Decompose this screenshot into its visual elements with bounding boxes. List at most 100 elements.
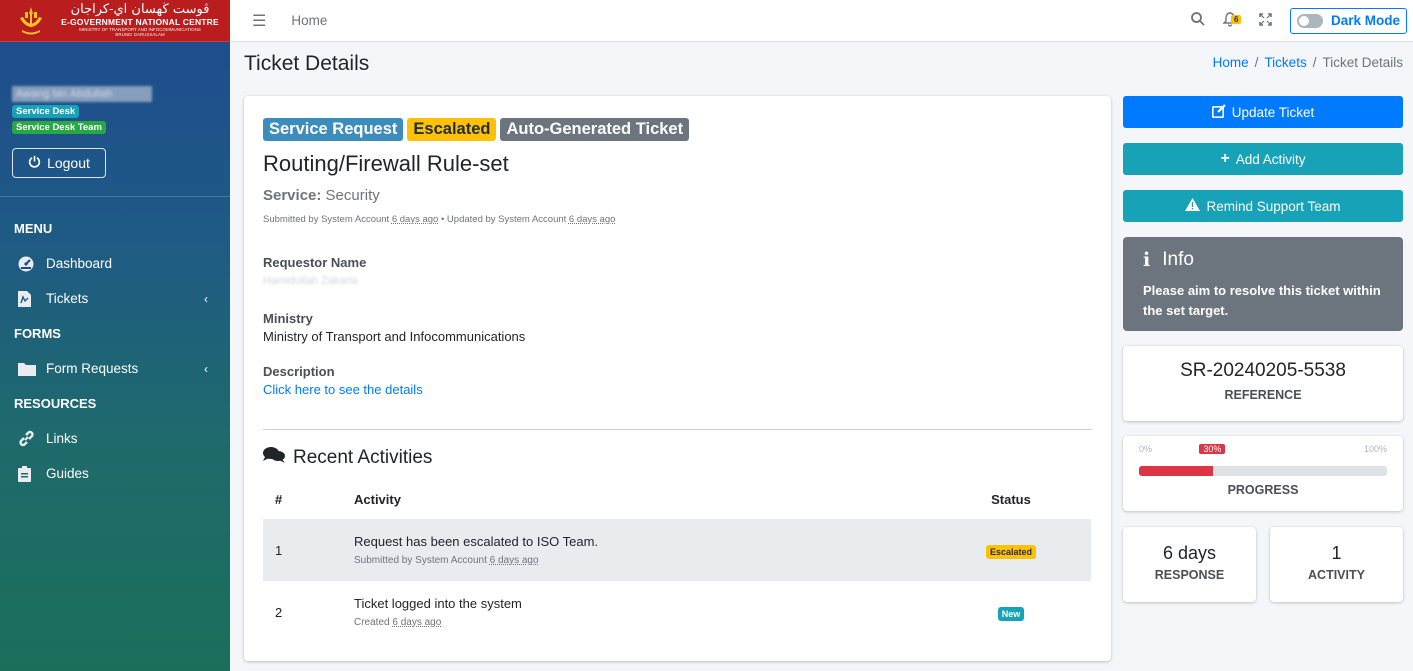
- brand-country: BRUNEI DARUSSALAM: [115, 32, 165, 38]
- row-number: 2: [275, 604, 283, 620]
- tag-service-request: Service Request: [263, 118, 404, 141]
- reference-value: SR-20240205-5538: [1180, 360, 1346, 381]
- info-text: Please aim to resolve this ticket within…: [1143, 283, 1381, 318]
- brand[interactable]: ڤوست ڬهسان اي-كراجان E-GOVERNMENT NATION…: [0, 0, 230, 42]
- add-activity-button[interactable]: + Add Activity: [1123, 143, 1403, 175]
- info-icon: i: [1143, 249, 1151, 271]
- topbar: ☰ Home 6 Dark Mode: [230, 0, 1413, 42]
- notification-count-badge: 6: [1230, 14, 1242, 24]
- reference-box: SR-20240205-5538 REFERENCE: [1123, 346, 1403, 421]
- info-callout: i Info Please aim to resolve this ticket…: [1123, 237, 1403, 331]
- activity-count-label: ACTIVITY: [1308, 568, 1365, 582]
- sidebar-item-form-requests[interactable]: Form Requests ‹: [0, 351, 230, 386]
- breadcrumb-home[interactable]: Home: [1213, 55, 1249, 70]
- sidebar-item-links[interactable]: Links: [0, 421, 230, 456]
- ticket-meta: Submitted by System Account 6 days ago •…: [263, 214, 1092, 225]
- requestor-value: Hamidullah Zakaria: [263, 275, 358, 287]
- remind-label: Remind Support Team: [1206, 198, 1341, 214]
- update-ticket-button[interactable]: Update Ticket: [1123, 96, 1403, 128]
- response-value: 6 days: [1162, 543, 1217, 563]
- brand-name: E-GOVERNMENT NATIONAL CENTRE: [61, 17, 219, 28]
- tag-escalated: Escalated: [407, 118, 497, 141]
- ticket-title: Routing/Firewall Rule-set: [263, 151, 509, 176]
- remind-support-team-button[interactable]: Remind Support Team: [1123, 190, 1403, 222]
- submitted-time: 6 days ago: [391, 214, 439, 225]
- table-row[interactable]: 1 Request has been escalated to ISO Team…: [263, 519, 1091, 581]
- logout-button[interactable]: Logout: [12, 148, 106, 178]
- recent-activities-title: Recent Activities: [293, 446, 433, 468]
- service-value: Security: [325, 187, 380, 204]
- link-icon: [18, 430, 46, 447]
- response-label: RESPONSE: [1154, 568, 1225, 582]
- sidebar-item-label: Dashboard: [46, 256, 113, 271]
- progress-bar: [1139, 466, 1387, 476]
- tag-auto-generated: Auto-Generated Ticket: [500, 118, 690, 141]
- progress-label: PROGRESS: [1227, 483, 1299, 497]
- user-panel: Awang bin Abdullah Service Desk Service …: [0, 42, 230, 178]
- column-header-number: #: [275, 491, 283, 507]
- notifications-button[interactable]: 6: [1222, 11, 1242, 30]
- power-icon: [28, 155, 41, 171]
- user-name: Awang bin Abdullah: [12, 86, 152, 102]
- recent-activities-header: Recent Activities: [263, 446, 1092, 469]
- status-badge: New: [997, 606, 1025, 621]
- chevron-left-icon: ‹: [204, 291, 208, 306]
- top-home-link[interactable]: Home: [291, 13, 327, 28]
- edit-icon: [1211, 103, 1226, 121]
- dark-mode-label: Dark Mode: [1330, 13, 1400, 28]
- add-activity-label: Add Activity: [1235, 151, 1306, 167]
- breadcrumb-separator: /: [1312, 55, 1317, 70]
- comments-icon: [263, 446, 285, 469]
- column-header-status: Status: [991, 491, 1031, 507]
- resources-header: RESOURCES: [14, 396, 97, 411]
- section-divider: [263, 429, 1092, 430]
- ticket-detail-card: Service Request Escalated Auto-Generated…: [244, 96, 1111, 661]
- row-activity-author: Created: [354, 617, 390, 628]
- row-activity-meta: Created 6 days ago: [354, 617, 919, 628]
- row-number: 1: [263, 519, 342, 581]
- sidebar-item-label: Guides: [46, 466, 89, 481]
- ministry-label: Ministry: [263, 311, 313, 326]
- chevron-left-icon: ‹: [204, 361, 208, 376]
- progress-current-label: 30%: [1199, 444, 1226, 454]
- logout-label: Logout: [47, 155, 90, 171]
- folder-icon: [18, 362, 46, 376]
- updated-time: 6 days ago: [568, 214, 616, 225]
- dashboard-icon: [18, 256, 46, 272]
- sidebar-divider: [0, 196, 230, 197]
- row-activity-author: Submitted by System Account: [354, 555, 487, 566]
- progress-box: 0% 30% 100% PROGRESS: [1123, 436, 1403, 511]
- service-label: Service:: [263, 187, 322, 204]
- sidebar-item-label: Form Requests: [46, 361, 139, 376]
- update-ticket-label: Update Ticket: [1231, 104, 1315, 120]
- table-row[interactable]: 2 Ticket logged into the system Created …: [263, 581, 1091, 643]
- fullscreen-icon[interactable]: [1259, 12, 1272, 29]
- column-header-activity: Activity: [354, 491, 401, 507]
- crest-logo: [6, 3, 56, 39]
- progress-max: 100%: [1363, 444, 1387, 454]
- sidebar-item-label: Tickets: [46, 291, 89, 306]
- requestor-label: Requestor Name: [263, 255, 367, 270]
- breadcrumb-tickets[interactable]: Tickets: [1264, 55, 1306, 70]
- role-badge-service-desk: Service Desk: [12, 105, 80, 118]
- dark-mode-toggle[interactable]: Dark Mode: [1289, 7, 1407, 34]
- row-activity-time: 6 days ago: [489, 555, 539, 566]
- toggle-switch-icon: [1296, 13, 1323, 28]
- menu-header: MENU: [14, 221, 53, 236]
- row-activity-time: 6 days ago: [392, 617, 442, 628]
- sidebar-item-guides[interactable]: Guides: [0, 456, 230, 491]
- brand-arabic: ڤوست ڬهسان اي-كراجان: [70, 2, 210, 18]
- description-link[interactable]: Click here to see the details: [263, 382, 1092, 397]
- plus-icon: +: [1220, 150, 1230, 167]
- ministry-value: Ministry of Transport and Infocommunicat…: [263, 329, 526, 344]
- search-icon[interactable]: [1191, 12, 1205, 29]
- activity-count-box: 1 ACTIVITY: [1270, 527, 1403, 602]
- status-badge: Escalated: [985, 544, 1037, 559]
- response-box: 6 days RESPONSE: [1123, 527, 1256, 602]
- sidebar: ڤوست ڬهسان اي-كراجان E-GOVERNMENT NATION…: [0, 0, 230, 671]
- hamburger-menu-icon[interactable]: ☰: [252, 11, 266, 31]
- ticket-icon: [18, 290, 46, 307]
- progress-fill: [1139, 466, 1214, 476]
- sidebar-item-dashboard[interactable]: Dashboard: [0, 246, 230, 281]
- sidebar-item-tickets[interactable]: Tickets ‹: [0, 281, 230, 316]
